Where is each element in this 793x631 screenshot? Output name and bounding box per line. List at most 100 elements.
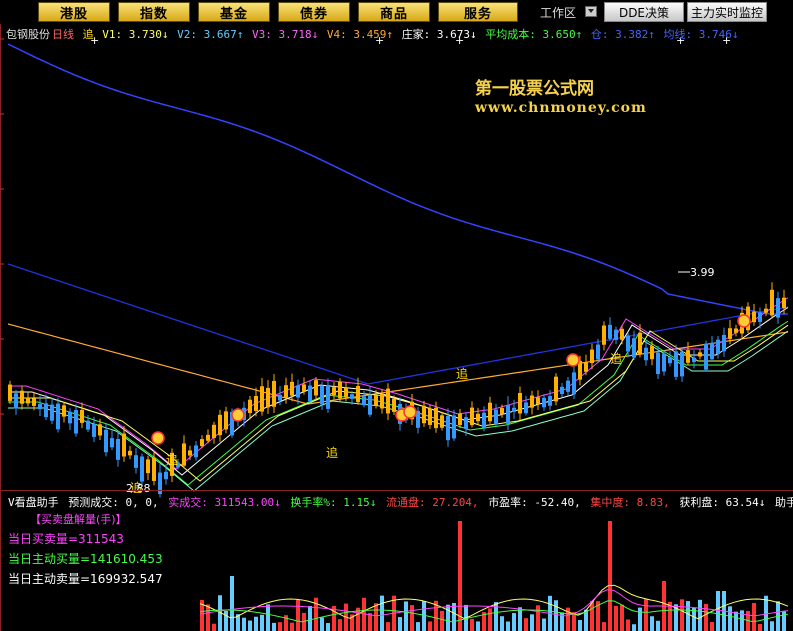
candle <box>416 410 420 428</box>
junxian-value: 均线: 3.746↓ <box>663 28 739 41</box>
tab-hk-stocks[interactable]: 港股 <box>38 2 110 22</box>
volume-bar <box>380 595 384 631</box>
candle <box>464 417 468 429</box>
moving-average-lines <box>7 43 789 492</box>
candle <box>362 396 366 406</box>
candle <box>662 353 666 372</box>
candle <box>296 385 300 398</box>
candle <box>338 381 342 399</box>
smiley-icon <box>566 353 580 367</box>
volume-bar <box>470 618 474 631</box>
smiley-icon <box>403 405 417 419</box>
candle <box>194 445 198 458</box>
candle <box>92 423 96 437</box>
panel-divider <box>0 490 793 491</box>
candle <box>320 385 324 405</box>
volume-bar <box>320 617 324 631</box>
candle <box>278 394 282 401</box>
volume-bar <box>458 521 462 631</box>
volume-bar <box>410 605 414 631</box>
tab-commodities[interactable]: 商品 <box>358 2 430 22</box>
candle <box>368 394 372 415</box>
candle <box>104 429 108 453</box>
candle <box>32 398 36 406</box>
tab-index[interactable]: 指数 <box>118 2 190 22</box>
smiley-icon <box>151 431 165 445</box>
volume-bar <box>728 606 732 631</box>
candle <box>722 334 726 352</box>
candle <box>566 380 570 392</box>
candle <box>350 394 354 399</box>
volume-bar <box>692 608 696 631</box>
candle <box>632 338 636 358</box>
candle <box>434 407 438 429</box>
candle <box>272 380 276 407</box>
volume-bar <box>416 622 420 631</box>
v2-value: V2: 3.667↑ <box>177 28 244 41</box>
candle <box>452 415 456 439</box>
main-force-monitor-button[interactable]: 主力实时监控 <box>687 2 767 22</box>
volume-bar <box>620 604 624 631</box>
volume-bar <box>782 610 786 631</box>
candle <box>62 405 66 417</box>
dde-decision-button[interactable]: DDE决策 <box>604 2 684 22</box>
candle <box>596 344 600 360</box>
volume-bar <box>590 600 594 631</box>
candle <box>74 410 78 434</box>
candle <box>728 328 732 339</box>
candle <box>200 439 204 447</box>
volume-bar <box>638 607 642 631</box>
candle <box>26 397 30 404</box>
dropdown-icon[interactable] <box>585 6 597 17</box>
candle <box>494 409 498 425</box>
buy-sell-section-title: 【买卖盘解量(手)】 <box>30 513 127 526</box>
volume-bar <box>608 521 612 631</box>
tab-funds[interactable]: 基金 <box>198 2 270 22</box>
volume-bar <box>212 623 216 631</box>
watermark-title: 第一股票公式网 <box>475 79 594 99</box>
chase-marker: 追 <box>456 366 468 381</box>
candle <box>488 402 492 422</box>
pe-value: 市盈率: -52.40, <box>488 496 581 509</box>
helper-title: V看盘助手 <box>8 496 59 509</box>
turnover-value: 换手率%: 1.15↓ <box>290 496 377 509</box>
candle <box>218 414 222 436</box>
candle <box>422 405 426 424</box>
tab-services[interactable]: 服务 <box>438 2 518 22</box>
candle <box>686 350 690 363</box>
volume-bar <box>578 619 582 631</box>
volume-bar <box>428 621 432 631</box>
volume-bar <box>536 605 540 631</box>
candle <box>710 342 714 360</box>
candle <box>560 386 564 395</box>
volume-bar <box>224 610 228 631</box>
watermark-url: www.chnmoney.com <box>475 100 647 116</box>
active-buy-volume: 当日主动买量=141610.453 <box>8 552 163 566</box>
tab-bonds[interactable]: 债券 <box>278 2 350 22</box>
candle <box>656 352 660 375</box>
volume-bar <box>506 621 510 631</box>
candle <box>650 346 654 360</box>
candle <box>314 380 318 396</box>
candle <box>770 289 774 316</box>
volume-bar <box>272 622 276 631</box>
volume-bar <box>704 603 708 631</box>
candle <box>530 395 534 408</box>
candle <box>290 381 294 396</box>
volume-bar <box>296 599 300 631</box>
candle <box>110 438 114 448</box>
candle <box>344 387 348 397</box>
candle <box>206 434 210 441</box>
candle <box>116 438 120 460</box>
volume-bar <box>206 604 210 631</box>
candle <box>260 386 264 412</box>
chart-axis <box>0 24 4 631</box>
workarea-label[interactable]: 工作区 <box>540 2 580 22</box>
candle <box>164 471 168 480</box>
zhuangjia-value: 庄家: 3.673↓ <box>401 28 477 41</box>
volume-bars <box>200 521 786 631</box>
candle <box>50 404 54 421</box>
volume-bar <box>554 600 558 631</box>
candle <box>38 404 42 410</box>
volume-bar <box>440 610 444 631</box>
